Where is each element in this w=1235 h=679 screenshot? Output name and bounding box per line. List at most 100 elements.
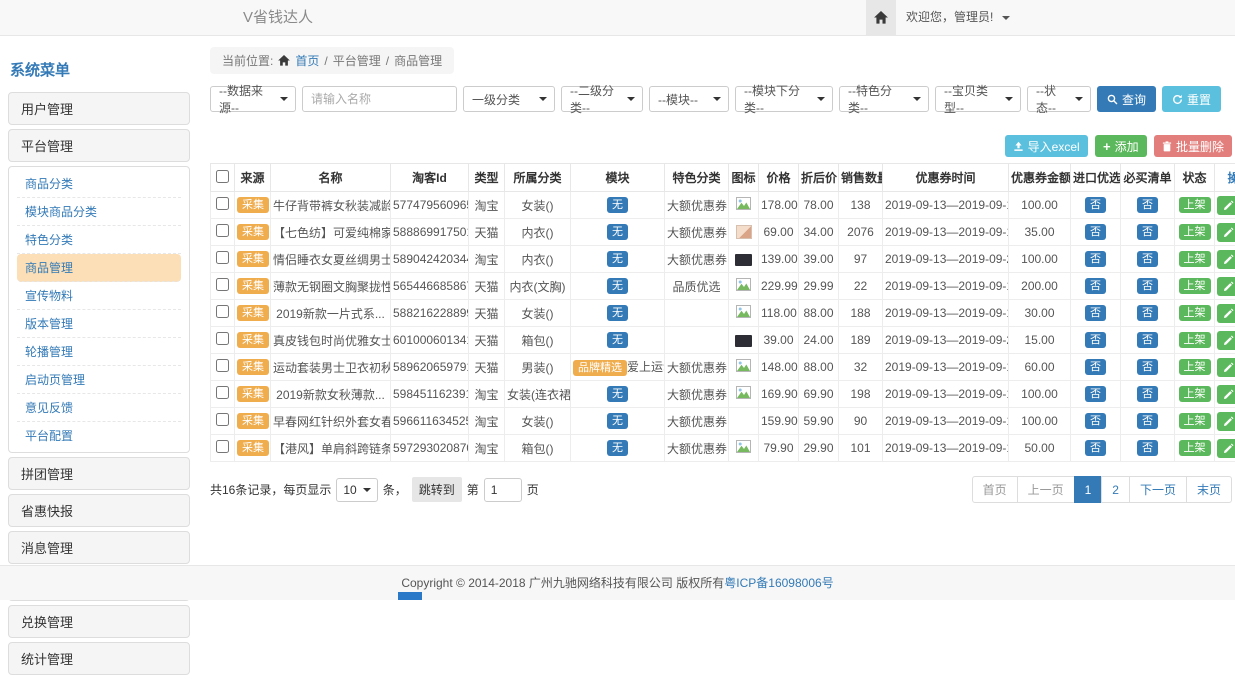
no-badge[interactable]: 否 bbox=[1085, 413, 1106, 430]
sidebar-section[interactable]: 统计管理 bbox=[8, 642, 190, 675]
status-badge[interactable]: 上架 bbox=[1179, 359, 1211, 376]
status-badge[interactable]: 上架 bbox=[1179, 197, 1211, 214]
breadcrumb-home-link[interactable]: 首页 bbox=[295, 52, 319, 69]
page-size-select[interactable]: 10 bbox=[336, 478, 377, 502]
edit-button[interactable] bbox=[1217, 439, 1235, 458]
sidebar-subitem[interactable]: 商品管理 bbox=[17, 254, 181, 282]
edit-button[interactable] bbox=[1217, 196, 1235, 215]
no-badge[interactable]: 否 bbox=[1085, 305, 1106, 322]
status-badge[interactable]: 上架 bbox=[1179, 251, 1211, 268]
sidebar-section[interactable]: 省惠快报 bbox=[8, 494, 190, 527]
no-badge[interactable]: 否 bbox=[1085, 278, 1106, 295]
add-button[interactable]: + 添加 bbox=[1095, 135, 1147, 157]
taoke-id: 565446685867 bbox=[391, 273, 469, 300]
sidebar-section[interactable]: 拼团管理 bbox=[8, 457, 190, 490]
no-badge[interactable]: 否 bbox=[1085, 386, 1106, 403]
home-button[interactable] bbox=[866, 0, 896, 35]
page-number-input[interactable] bbox=[484, 478, 522, 502]
status-badge[interactable]: 上架 bbox=[1179, 278, 1211, 295]
status-badge[interactable]: 上架 bbox=[1179, 224, 1211, 241]
edit-button[interactable] bbox=[1217, 358, 1235, 377]
sidebar-section[interactable]: 平台管理 bbox=[8, 129, 190, 162]
no-badge[interactable]: 否 bbox=[1085, 197, 1106, 214]
page-button[interactable]: 1 bbox=[1074, 476, 1103, 503]
status-badge[interactable]: 上架 bbox=[1179, 305, 1211, 322]
no-badge[interactable]: 否 bbox=[1137, 440, 1158, 457]
jump-button[interactable]: 跳转到 bbox=[412, 477, 462, 502]
no-badge[interactable]: 否 bbox=[1137, 251, 1158, 268]
edit-button[interactable] bbox=[1217, 331, 1235, 350]
select-all-checkbox[interactable] bbox=[216, 170, 229, 183]
sidebar-subitem[interactable]: 平台配置 bbox=[17, 422, 181, 449]
edit-button[interactable] bbox=[1217, 385, 1235, 404]
page-button[interactable]: 下一页 bbox=[1129, 476, 1187, 503]
no-badge[interactable]: 否 bbox=[1085, 224, 1106, 241]
edit-button[interactable] bbox=[1217, 277, 1235, 296]
import-select-cell: 否 bbox=[1071, 327, 1121, 354]
row-checkbox[interactable] bbox=[216, 278, 229, 291]
sidebar-section[interactable]: 消息管理 bbox=[8, 531, 190, 564]
edit-button[interactable] bbox=[1217, 304, 1235, 323]
sidebar-subitem[interactable]: 宣传物料 bbox=[17, 282, 181, 310]
filter-select[interactable]: --数据来源-- bbox=[210, 86, 296, 112]
row-checkbox[interactable] bbox=[216, 332, 229, 345]
no-badge[interactable]: 否 bbox=[1137, 413, 1158, 430]
page-button[interactable]: 末页 bbox=[1186, 476, 1232, 503]
user-menu[interactable]: 欢迎您，管理员! bbox=[906, 0, 1010, 35]
no-badge[interactable]: 否 bbox=[1085, 440, 1106, 457]
coupon-time-cell: 2019-09-13—2019-09-17 bbox=[883, 381, 1009, 408]
sidebar-subitem[interactable]: 轮播管理 bbox=[17, 338, 181, 366]
filter-select[interactable]: 一级分类 bbox=[463, 86, 555, 112]
sidebar-subitem[interactable]: 商品分类 bbox=[17, 170, 181, 198]
page-button[interactable]: 上一页 bbox=[1017, 476, 1075, 503]
sidebar-subitem[interactable]: 模块商品分类 bbox=[17, 198, 181, 226]
filter-select[interactable]: --模块下分类-- bbox=[735, 86, 833, 112]
status-badge[interactable]: 上架 bbox=[1179, 386, 1211, 403]
sidebar-subitem[interactable]: 意见反馈 bbox=[17, 394, 181, 422]
edit-button[interactable] bbox=[1217, 250, 1235, 269]
no-badge[interactable]: 否 bbox=[1085, 251, 1106, 268]
search-button[interactable]: 查询 bbox=[1097, 86, 1156, 112]
filter-select[interactable]: --状态-- bbox=[1027, 86, 1091, 112]
filter-select[interactable]: --模块-- bbox=[649, 86, 729, 112]
no-badge[interactable]: 否 bbox=[1137, 224, 1158, 241]
sidebar-section[interactable]: 兑换管理 bbox=[8, 605, 190, 638]
no-badge[interactable]: 否 bbox=[1137, 305, 1158, 322]
no-badge[interactable]: 否 bbox=[1137, 278, 1158, 295]
no-badge[interactable]: 否 bbox=[1137, 359, 1158, 376]
no-badge[interactable]: 否 bbox=[1085, 332, 1106, 349]
status-badge[interactable]: 上架 bbox=[1179, 413, 1211, 430]
status-badge[interactable]: 上架 bbox=[1179, 332, 1211, 349]
page-button[interactable]: 首页 bbox=[972, 476, 1018, 503]
edit-button[interactable] bbox=[1217, 223, 1235, 242]
sidebar-subitem[interactable]: 启动页管理 bbox=[17, 366, 181, 394]
no-badge[interactable]: 否 bbox=[1137, 332, 1158, 349]
column-header: 进口优选 bbox=[1071, 164, 1121, 192]
import-excel-button[interactable]: 导入excel bbox=[1005, 135, 1088, 157]
status-badge[interactable]: 上架 bbox=[1179, 440, 1211, 457]
row-checkbox[interactable] bbox=[216, 359, 229, 372]
row-checkbox[interactable] bbox=[216, 251, 229, 264]
filter-select[interactable]: --宝贝类型-- bbox=[935, 86, 1021, 112]
reset-button[interactable]: 重置 bbox=[1162, 86, 1221, 112]
no-badge[interactable]: 否 bbox=[1137, 197, 1158, 214]
no-badge[interactable]: 否 bbox=[1085, 359, 1106, 376]
filter-select[interactable]: --特色分类-- bbox=[839, 86, 929, 112]
row-checkbox[interactable] bbox=[216, 197, 229, 210]
row-checkbox[interactable] bbox=[216, 413, 229, 426]
ops-cell bbox=[1215, 300, 1235, 327]
edit-button[interactable] bbox=[1217, 412, 1235, 431]
batch-delete-button[interactable]: 批量删除 bbox=[1154, 135, 1232, 157]
row-checkbox[interactable] bbox=[216, 224, 229, 237]
page-button[interactable]: 2 bbox=[1101, 476, 1130, 503]
icp-link[interactable]: 粤ICP备16098006号 bbox=[724, 576, 833, 590]
sidebar-subitem[interactable]: 特色分类 bbox=[17, 226, 181, 254]
row-checkbox[interactable] bbox=[216, 305, 229, 318]
filter-select[interactable]: --二级分类-- bbox=[561, 86, 643, 112]
name-search-input[interactable] bbox=[302, 86, 457, 112]
no-badge[interactable]: 否 bbox=[1137, 386, 1158, 403]
sidebar-subitem[interactable]: 版本管理 bbox=[17, 310, 181, 338]
row-checkbox[interactable] bbox=[216, 440, 229, 453]
sidebar-section[interactable]: 用户管理 bbox=[8, 92, 190, 125]
row-checkbox[interactable] bbox=[216, 386, 229, 399]
